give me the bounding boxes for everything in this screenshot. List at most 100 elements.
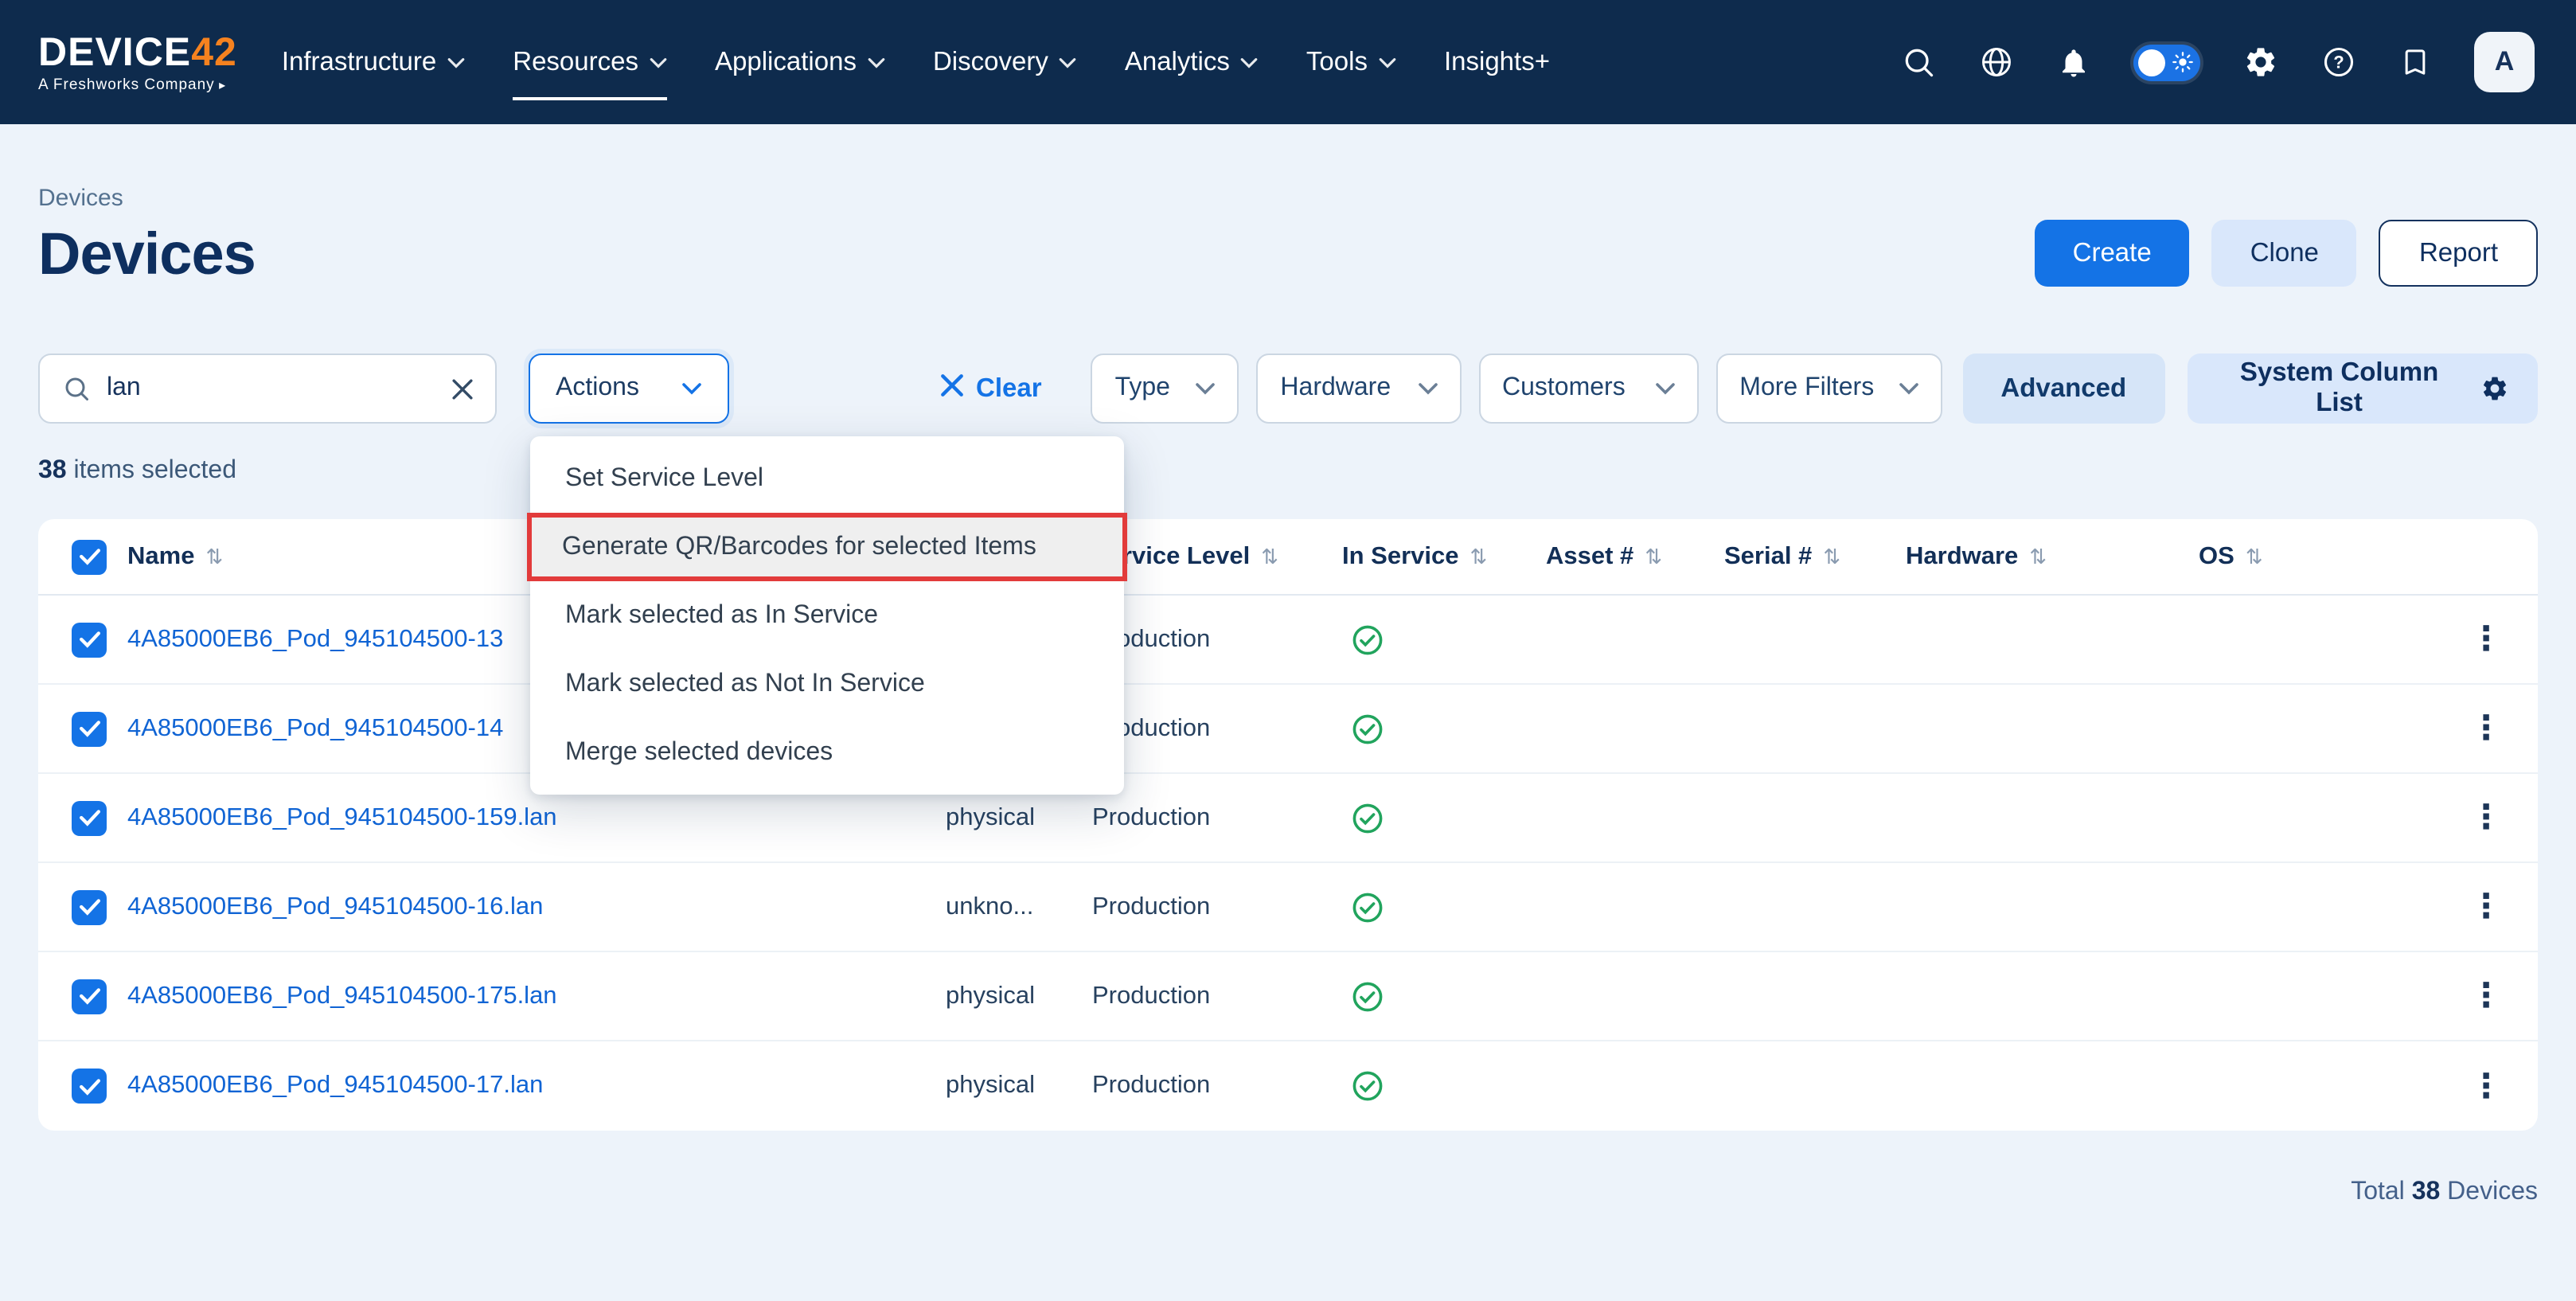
device-name-link[interactable]: 4A85000EB6_Pod_945104500-17.lan <box>127 1072 543 1099</box>
page-title: Devices <box>38 220 256 290</box>
device-name-link[interactable]: 4A85000EB6_Pod_945104500-13 <box>127 625 503 652</box>
report-button[interactable]: Report <box>2379 220 2538 287</box>
search-icon <box>62 374 91 403</box>
table-row: 4A85000EB6_Pod_945104500-159.lan physica… <box>38 774 2538 863</box>
in-service-check-icon <box>1352 623 1546 655</box>
topbar-icons: ? A <box>1901 32 2535 92</box>
service-level-cell: Production <box>1092 893 1342 921</box>
chevron-down-icon <box>1418 382 1437 395</box>
page: DEVICE42 A Freshworks Company Infrastruc… <box>0 0 2576 1301</box>
type-cell: physical <box>946 803 1092 832</box>
row-menu-kebab[interactable] <box>2469 712 2503 745</box>
nav-item-discovery[interactable]: Discovery <box>933 0 1077 124</box>
in-service-check-icon <box>1352 891 1546 923</box>
row-menu-kebab[interactable] <box>2469 979 2503 1013</box>
actions-button[interactable]: Actions <box>529 354 729 424</box>
row-checkbox[interactable] <box>72 622 107 657</box>
chevron-down-icon <box>681 382 702 395</box>
search-icon[interactable] <box>1901 45 1936 80</box>
chevron-down-icon <box>447 57 465 68</box>
row-checkbox[interactable] <box>72 889 107 924</box>
chevron-down-icon <box>1060 57 1077 68</box>
row-menu-kebab[interactable] <box>2469 890 2503 924</box>
create-button[interactable]: Create <box>2035 220 2190 287</box>
menu-item-mark-in-service[interactable]: Mark selected as In Service <box>530 581 1124 650</box>
nav-item-tools[interactable]: Tools <box>1306 0 1396 124</box>
table-row: 4A85000EB6_Pod_945104500-13 Production <box>38 596 2538 685</box>
row-checkbox[interactable] <box>72 1069 107 1104</box>
row-menu-kebab[interactable] <box>2469 1069 2503 1103</box>
service-level-cell: Production <box>1092 803 1342 832</box>
column-header-asset[interactable]: Asset #⇅ <box>1546 542 1724 571</box>
row-menu-kebab[interactable] <box>2469 623 2503 656</box>
bookmark-icon[interactable] <box>2399 46 2431 78</box>
table-row: 4A85000EB6_Pod_945104500-16.lan unkno...… <box>38 863 2538 952</box>
device42-logo[interactable]: DEVICE42 A Freshworks Company <box>38 31 237 93</box>
menu-item-generate-qr-barcodes[interactable]: Generate QR/Barcodes for selected Items <box>527 513 1127 581</box>
type-cell: physical <box>946 982 1092 1010</box>
row-checkbox[interactable] <box>72 711 107 746</box>
gear-icon[interactable] <box>2243 45 2278 80</box>
avatar[interactable]: A <box>2474 32 2535 92</box>
actions-dropdown-wrap: Actions Set Service Level Generate QR/Ba… <box>529 354 729 424</box>
column-header-in-service[interactable]: In Service⇅ <box>1342 542 1546 571</box>
nav-item-insights[interactable]: Insights+ <box>1444 0 1550 124</box>
sort-icon: ⇅ <box>2246 544 2263 569</box>
column-header-os[interactable]: OS⇅ <box>2199 542 2442 571</box>
nav-item-resources[interactable]: Resources <box>513 0 667 124</box>
system-column-list-button[interactable]: System Column List <box>2187 354 2538 424</box>
advanced-button[interactable]: Advanced <box>1962 354 2164 424</box>
menu-item-merge-devices[interactable]: Merge selected devices <box>530 718 1124 787</box>
service-level-cell: Production <box>1092 1072 1342 1100</box>
total-devices-summary: Total 38 Devices <box>38 1178 2538 1207</box>
x-icon <box>941 373 963 404</box>
clear-search-icon[interactable] <box>452 378 473 399</box>
row-menu-kebab[interactable] <box>2469 801 2503 834</box>
column-header-hardware[interactable]: Hardware⇅ <box>1906 542 2199 571</box>
help-icon[interactable]: ? <box>2321 45 2356 80</box>
column-header-service-level[interactable]: Service Level⇅ <box>1092 542 1342 571</box>
nav-item-infrastructure[interactable]: Infrastructure <box>282 0 465 124</box>
device-name-link[interactable]: 4A85000EB6_Pod_945104500-159.lan <box>127 803 557 830</box>
column-header-serial[interactable]: Serial #⇅ <box>1724 542 1906 571</box>
chevron-down-icon <box>1241 57 1259 68</box>
menu-item-set-service-level[interactable]: Set Service Level <box>530 444 1124 513</box>
sun-icon <box>2172 51 2194 73</box>
row-checkbox[interactable] <box>72 979 107 1014</box>
nav-item-applications[interactable]: Applications <box>715 0 885 124</box>
select-all-checkbox[interactable] <box>72 539 107 574</box>
menu-item-mark-not-in-service[interactable]: Mark selected as Not In Service <box>530 650 1124 718</box>
filter-bar: Actions Set Service Level Generate QR/Ba… <box>38 354 2538 424</box>
in-service-check-icon <box>1352 802 1546 834</box>
chevron-down-icon <box>1899 382 1918 395</box>
chevron-down-icon <box>1655 382 1674 395</box>
sort-icon: ⇅ <box>205 544 223 569</box>
type-cell: physical <box>946 1072 1092 1100</box>
sort-icon: ⇅ <box>2029 544 2047 569</box>
device-name-link[interactable]: 4A85000EB6_Pod_945104500-16.lan <box>127 893 543 920</box>
globe-icon[interactable] <box>1979 45 2014 80</box>
bell-icon[interactable] <box>2057 45 2090 79</box>
logo-text: DEVICE42 <box>38 31 237 72</box>
table-header-row: Name⇅ Type⇅ Service Level⇅ In Service⇅ A… <box>38 519 2538 596</box>
breadcrumb[interactable]: Devices <box>38 185 123 213</box>
filter-hardware[interactable]: Hardware <box>1256 354 1461 424</box>
device-name-link[interactable]: 4A85000EB6_Pod_945104500-175.lan <box>127 982 557 1009</box>
row-checkbox[interactable] <box>72 800 107 835</box>
search-input[interactable] <box>107 374 436 403</box>
type-cell: unkno... <box>946 893 1092 921</box>
device-name-link[interactable]: 4A85000EB6_Pod_945104500-14 <box>127 714 503 741</box>
in-service-check-icon <box>1352 980 1546 1012</box>
logo-tagline: A Freshworks Company <box>38 76 237 93</box>
devices-table: Name⇅ Type⇅ Service Level⇅ In Service⇅ A… <box>38 519 2538 1131</box>
filter-customers[interactable]: Customers <box>1478 354 1698 424</box>
clone-button[interactable]: Clone <box>2212 220 2357 287</box>
table-row: 4A85000EB6_Pod_945104500-14 Production <box>38 685 2538 774</box>
filter-more-filters[interactable]: More Filters <box>1715 354 1942 424</box>
in-service-check-icon <box>1352 1070 1546 1102</box>
theme-toggle[interactable] <box>2133 44 2200 80</box>
clear-filters-button[interactable]: Clear <box>941 373 1042 404</box>
filter-type[interactable]: Type <box>1091 354 1239 424</box>
title-row: Devices Create Clone Report <box>38 220 2538 290</box>
nav-item-analytics[interactable]: Analytics <box>1125 0 1259 124</box>
